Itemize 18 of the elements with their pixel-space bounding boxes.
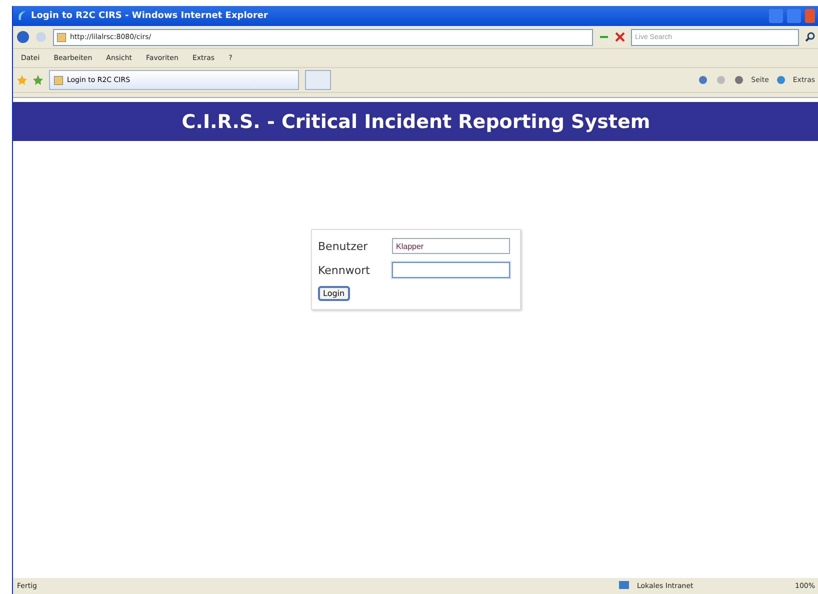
input-field[interactable]: Klapper <box>392 238 510 254</box>
add-favorite-icon[interactable] <box>33 75 43 85</box>
back-icon[interactable] <box>17 31 29 43</box>
login-button[interactable]: Login <box>318 286 350 301</box>
input-field[interactable] <box>392 262 510 278</box>
search-icon[interactable] <box>805 32 815 42</box>
banner-title: C.I.R.S. - Critical Incident Reporting System <box>182 110 650 132</box>
page-icon <box>54 76 63 84</box>
close-icon[interactable] <box>805 9 815 23</box>
browser-logo-icon <box>17 10 27 22</box>
star-icon[interactable] <box>17 75 27 85</box>
intranet-icon <box>618 581 629 591</box>
page-icon <box>57 32 66 42</box>
new-tab-button[interactable] <box>305 70 331 90</box>
field-label: Kennwort <box>318 264 371 276</box>
stop-icon[interactable] <box>615 32 625 42</box>
field-label: Benutzer <box>318 240 369 252</box>
window-title: Login to R2C CIRS - Windows Internet Explorer <box>31 11 269 21</box>
